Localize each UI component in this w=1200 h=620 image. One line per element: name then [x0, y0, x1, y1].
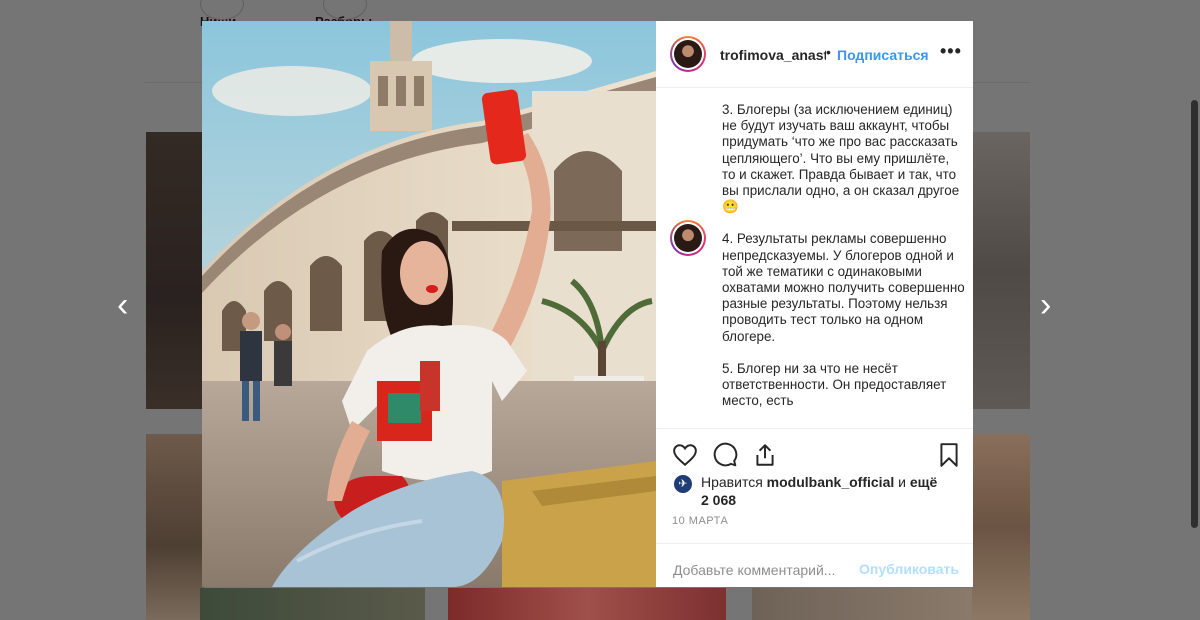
post-date[interactable]: 10 МАРТА: [672, 515, 728, 527]
grid-post-thumbnail[interactable]: [200, 588, 425, 620]
author-username[interactable]: trofimova_anast: [720, 47, 826, 63]
comment-form: Опубликовать: [656, 543, 973, 587]
grid-post-thumbnail[interactable]: [752, 588, 972, 620]
likes-summary[interactable]: Нравится modulbank_official и ещё 2 068: [701, 473, 941, 509]
post-caption: 3. Блогеры (за исключением единиц) не бу…: [722, 102, 965, 425]
caption-author-avatar[interactable]: [670, 220, 706, 256]
like-heart-icon[interactable]: [672, 442, 698, 468]
author-avatar[interactable]: [670, 36, 706, 72]
previous-post-arrow-icon[interactable]: ‹: [117, 288, 128, 322]
grid-post-thumbnail[interactable]: [146, 132, 204, 409]
post-photo[interactable]: [202, 21, 656, 587]
grid-post-thumbnail[interactable]: [972, 434, 1030, 620]
avatar-image: [674, 40, 702, 68]
avatar-image: [674, 224, 702, 252]
bookmark-icon[interactable]: [936, 442, 962, 468]
share-icon[interactable]: [752, 442, 778, 468]
header-separator: •: [826, 44, 831, 60]
post-photo-illustration: [202, 21, 656, 587]
avatar-ring-inner: [672, 38, 704, 70]
next-post-arrow-icon[interactable]: ›: [1040, 288, 1051, 322]
comment-bubble-icon[interactable]: [712, 442, 738, 468]
caption-paragraph: 4. Результаты рекламы совершенно непредс…: [722, 231, 965, 344]
post-actions: ✈ Нравится modulbank_official и ещё 2 06…: [656, 428, 973, 587]
liker-avatar[interactable]: ✈: [674, 475, 692, 493]
follow-button[interactable]: Подписаться: [837, 47, 929, 63]
likes-prefix: Нравится: [701, 474, 763, 490]
post-side-panel: trofimova_anast • Подписаться ••• 3. Бло…: [656, 21, 973, 587]
likes-joiner: и: [898, 474, 906, 490]
caption-paragraph: 5. Блогер ни за что не несёт ответственн…: [722, 360, 947, 409]
grid-post-thumbnail[interactable]: [146, 434, 204, 620]
publish-button[interactable]: Опубликовать: [859, 561, 959, 577]
page-scrollbar[interactable]: [1191, 100, 1198, 528]
more-horizontal-icon[interactable]: •••: [940, 41, 962, 62]
likes-user-link[interactable]: modulbank_official: [767, 474, 895, 490]
post-header: trofimova_anast • Подписаться •••: [656, 21, 973, 88]
caption-area[interactable]: 3. Блогеры (за исключением единиц) не бу…: [656, 88, 973, 428]
grid-post-thumbnail[interactable]: [448, 588, 726, 620]
caption-paragraph: 3. Блогеры (за исключением единиц) не бу…: [722, 102, 960, 215]
grid-post-thumbnail[interactable]: [972, 132, 1030, 409]
comment-input[interactable]: [673, 562, 851, 578]
post-modal: trofimova_anast • Подписаться ••• 3. Бло…: [202, 21, 973, 587]
avatar-ring-inner: [672, 222, 704, 254]
